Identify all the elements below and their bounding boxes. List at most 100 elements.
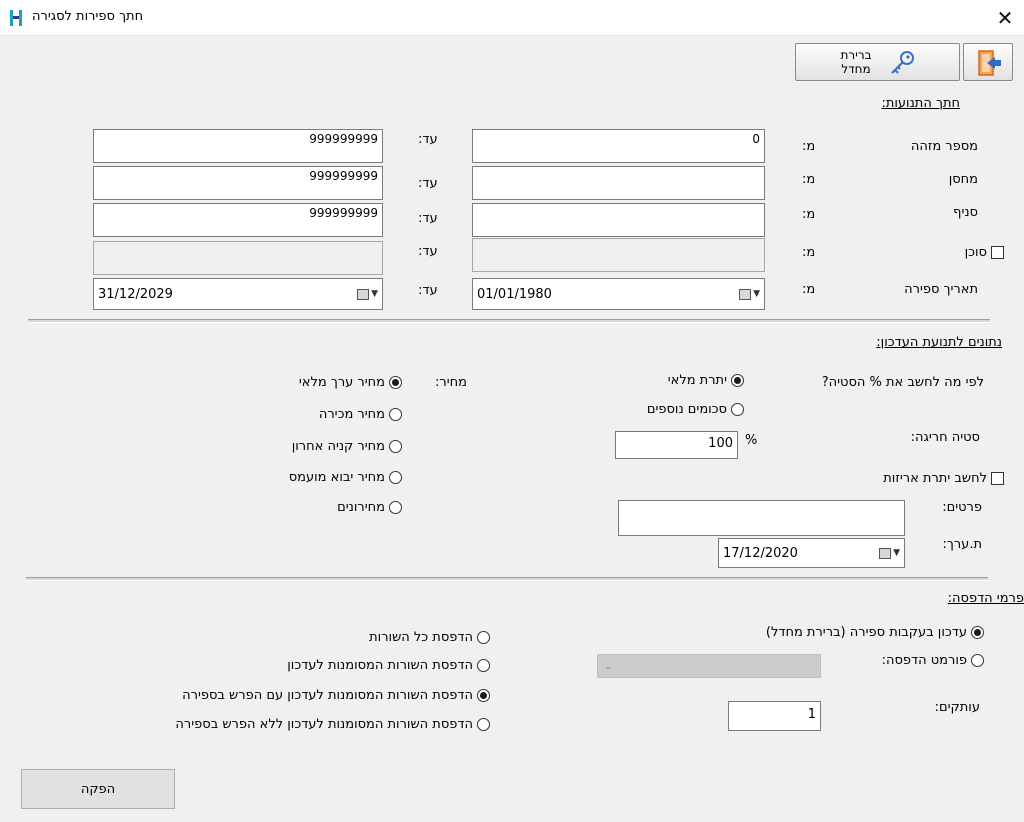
count-date-from-value: 01/01/1980 xyxy=(477,286,552,302)
branch-to-input[interactable]: 999999999 xyxy=(93,203,383,237)
from-label: מ: xyxy=(802,139,816,154)
print-format-select: ⌄ xyxy=(597,654,821,678)
copies-input[interactable]: 1 xyxy=(728,701,821,731)
price-option-label: מחיר יבוא מועמס xyxy=(288,470,385,485)
value-date-label: ת.ערך: xyxy=(942,537,982,552)
agent-checkbox[interactable] xyxy=(991,246,1004,259)
update-section-title: נתונים לתנועת העדכון: xyxy=(876,335,1002,350)
update-following-count-label: עדכון בעקבות ספירה (ברירת מחדל) xyxy=(765,625,967,640)
chevron-down-icon: ⌄ xyxy=(604,660,613,672)
print-format-option[interactable]: פורמט הדפסה: xyxy=(882,653,984,668)
warehouse-from-input[interactable] xyxy=(472,166,765,200)
extra-amounts-radio[interactable] xyxy=(731,403,744,416)
print-option-label: הדפסת השורות המסומנות לעדכון xyxy=(287,658,473,673)
print-option-label: הדפסת השורות המסומנות לעדכון עם הפרש בספ… xyxy=(182,688,473,703)
print-marked-without-diff-option[interactable]: הדפסת השורות המסומנות לעדכון ללא הפרש בס… xyxy=(175,717,490,732)
agent-label: סוכן xyxy=(964,245,987,260)
warehouse-to-input[interactable]: 999999999 xyxy=(93,166,383,200)
produce-button[interactable]: הפקה xyxy=(21,769,175,809)
agent-from-input xyxy=(472,238,765,272)
print-all-rows-radio[interactable] xyxy=(477,631,490,644)
dropdown-arrow-icon[interactable]: ▼ xyxy=(371,289,378,299)
extra-amounts-option[interactable]: סכומים נוספים xyxy=(647,402,744,417)
calc-packaging-label: לחשב יתרת אריזות xyxy=(883,471,987,486)
price-option-label: מחיר קניה אחרון xyxy=(291,439,385,454)
price-option-label: מחיר ערך מלאי xyxy=(298,375,385,390)
branch-label: סניף xyxy=(953,205,978,220)
agent-checkbox-row[interactable]: סוכן xyxy=(965,245,1004,260)
id-number-to-input[interactable]: 999999999 xyxy=(93,129,383,163)
price-import-loaded-radio[interactable] xyxy=(389,471,402,484)
print-format-label: פורמט הדפסה: xyxy=(881,653,967,668)
count-date-to-value: 31/12/2029 xyxy=(98,286,173,302)
print-marked-with-diff-option[interactable]: הדפסת השורות המסומנות לעדכון עם הפרש בספ… xyxy=(182,688,490,703)
window-title: חתך ספירות לסגירה xyxy=(32,9,144,24)
full-balance-radio[interactable] xyxy=(731,374,744,387)
exit-button[interactable] xyxy=(963,43,1013,81)
print-marked-rows-radio[interactable] xyxy=(477,659,490,672)
calendar-icon[interactable] xyxy=(879,547,892,559)
price-label: מחיר: xyxy=(435,375,467,390)
count-date-to-picker[interactable]: 31/12/2029 ▼ xyxy=(93,278,383,310)
print-section-title: פרמי הדפסה: xyxy=(947,591,1024,606)
deviation-question-label: לפי מה לחשב את % הסטיה? xyxy=(821,375,984,390)
print-marked-with-diff-radio[interactable] xyxy=(477,689,490,702)
print-option-label: הדפסת השורות המסומנות לעדכון ללא הפרש בס… xyxy=(175,717,473,732)
warehouse-label: מחסן xyxy=(948,172,978,187)
title-bar: חתך ספירות לסגירה ✕ xyxy=(0,0,1024,36)
from-label: מ: xyxy=(802,207,816,222)
from-label: מ: xyxy=(802,282,816,297)
from-label: מ: xyxy=(802,245,816,260)
update-following-count-option[interactable]: עדכון בעקבות ספירה (ברירת מחדל) xyxy=(766,625,984,640)
price-lists-radio[interactable] xyxy=(389,501,402,514)
section-separator xyxy=(28,319,990,323)
update-following-count-radio[interactable] xyxy=(971,626,984,639)
print-all-rows-option[interactable]: הדפסת כל השורות xyxy=(369,630,490,645)
branch-from-input[interactable] xyxy=(472,203,765,237)
default-selection-label: ברירת מחדל xyxy=(840,48,872,76)
agent-to-input xyxy=(93,241,383,275)
to-label: עד: xyxy=(418,132,438,147)
calendar-icon[interactable] xyxy=(739,288,752,300)
print-format-radio[interactable] xyxy=(971,654,984,667)
price-option-import-loaded[interactable]: מחיר יבוא מועמס xyxy=(289,470,402,485)
to-label: עד: xyxy=(418,211,438,226)
count-date-from-picker[interactable]: 01/01/1980 ▼ xyxy=(472,278,765,310)
section-separator xyxy=(26,577,988,581)
key-icon xyxy=(891,51,914,74)
price-option-price-lists[interactable]: מחירונים xyxy=(337,500,402,515)
value-date-value: 17/12/2020 xyxy=(723,545,798,561)
calc-packaging-checkbox[interactable] xyxy=(991,472,1004,485)
calc-packaging-row[interactable]: לחשב יתרת אריזות xyxy=(883,471,1004,486)
price-option-last-purchase[interactable]: מחיר קניה אחרון xyxy=(292,439,402,454)
details-input[interactable] xyxy=(618,500,905,536)
print-marked-without-diff-radio[interactable] xyxy=(477,718,490,731)
full-balance-option[interactable]: יתרת מלאי xyxy=(668,373,744,388)
price-last-purchase-radio[interactable] xyxy=(389,440,402,453)
percent-sign: % xyxy=(745,433,758,448)
dropdown-arrow-icon[interactable]: ▼ xyxy=(893,548,900,558)
copies-label: עותקים: xyxy=(934,700,980,715)
price-option-sale[interactable]: מחיר מכירה xyxy=(319,407,402,422)
details-label: פרטים: xyxy=(942,500,982,515)
price-inventory-value-radio[interactable] xyxy=(389,376,402,389)
default-selection-button[interactable]: ברירת מחדל xyxy=(795,43,960,81)
id-number-label: מספר מזהה xyxy=(910,139,978,154)
to-label: עד: xyxy=(418,176,438,191)
count-date-label: תאריך ספירה xyxy=(904,282,978,297)
price-sale-radio[interactable] xyxy=(389,408,402,421)
value-date-picker[interactable]: 17/12/2020 ▼ xyxy=(718,538,905,568)
price-option-label: מחירונים xyxy=(337,500,385,515)
close-button[interactable]: ✕ xyxy=(986,0,1024,36)
app-logo-icon xyxy=(10,10,22,26)
movement-section-title: חתך התנועות: xyxy=(881,96,960,111)
price-option-inventory-value[interactable]: מחיר ערך מלאי xyxy=(299,375,402,390)
id-number-from-input[interactable]: 0 xyxy=(472,129,765,163)
to-label: עד: xyxy=(418,283,438,298)
print-marked-rows-option[interactable]: הדפסת השורות המסומנות לעדכון xyxy=(287,658,490,673)
calendar-icon[interactable] xyxy=(357,288,370,300)
deviation-input[interactable]: 100 xyxy=(615,431,738,459)
extra-amounts-label: סכומים נוספים xyxy=(646,402,727,417)
dropdown-arrow-icon[interactable]: ▼ xyxy=(753,289,760,299)
from-label: מ: xyxy=(802,172,816,187)
